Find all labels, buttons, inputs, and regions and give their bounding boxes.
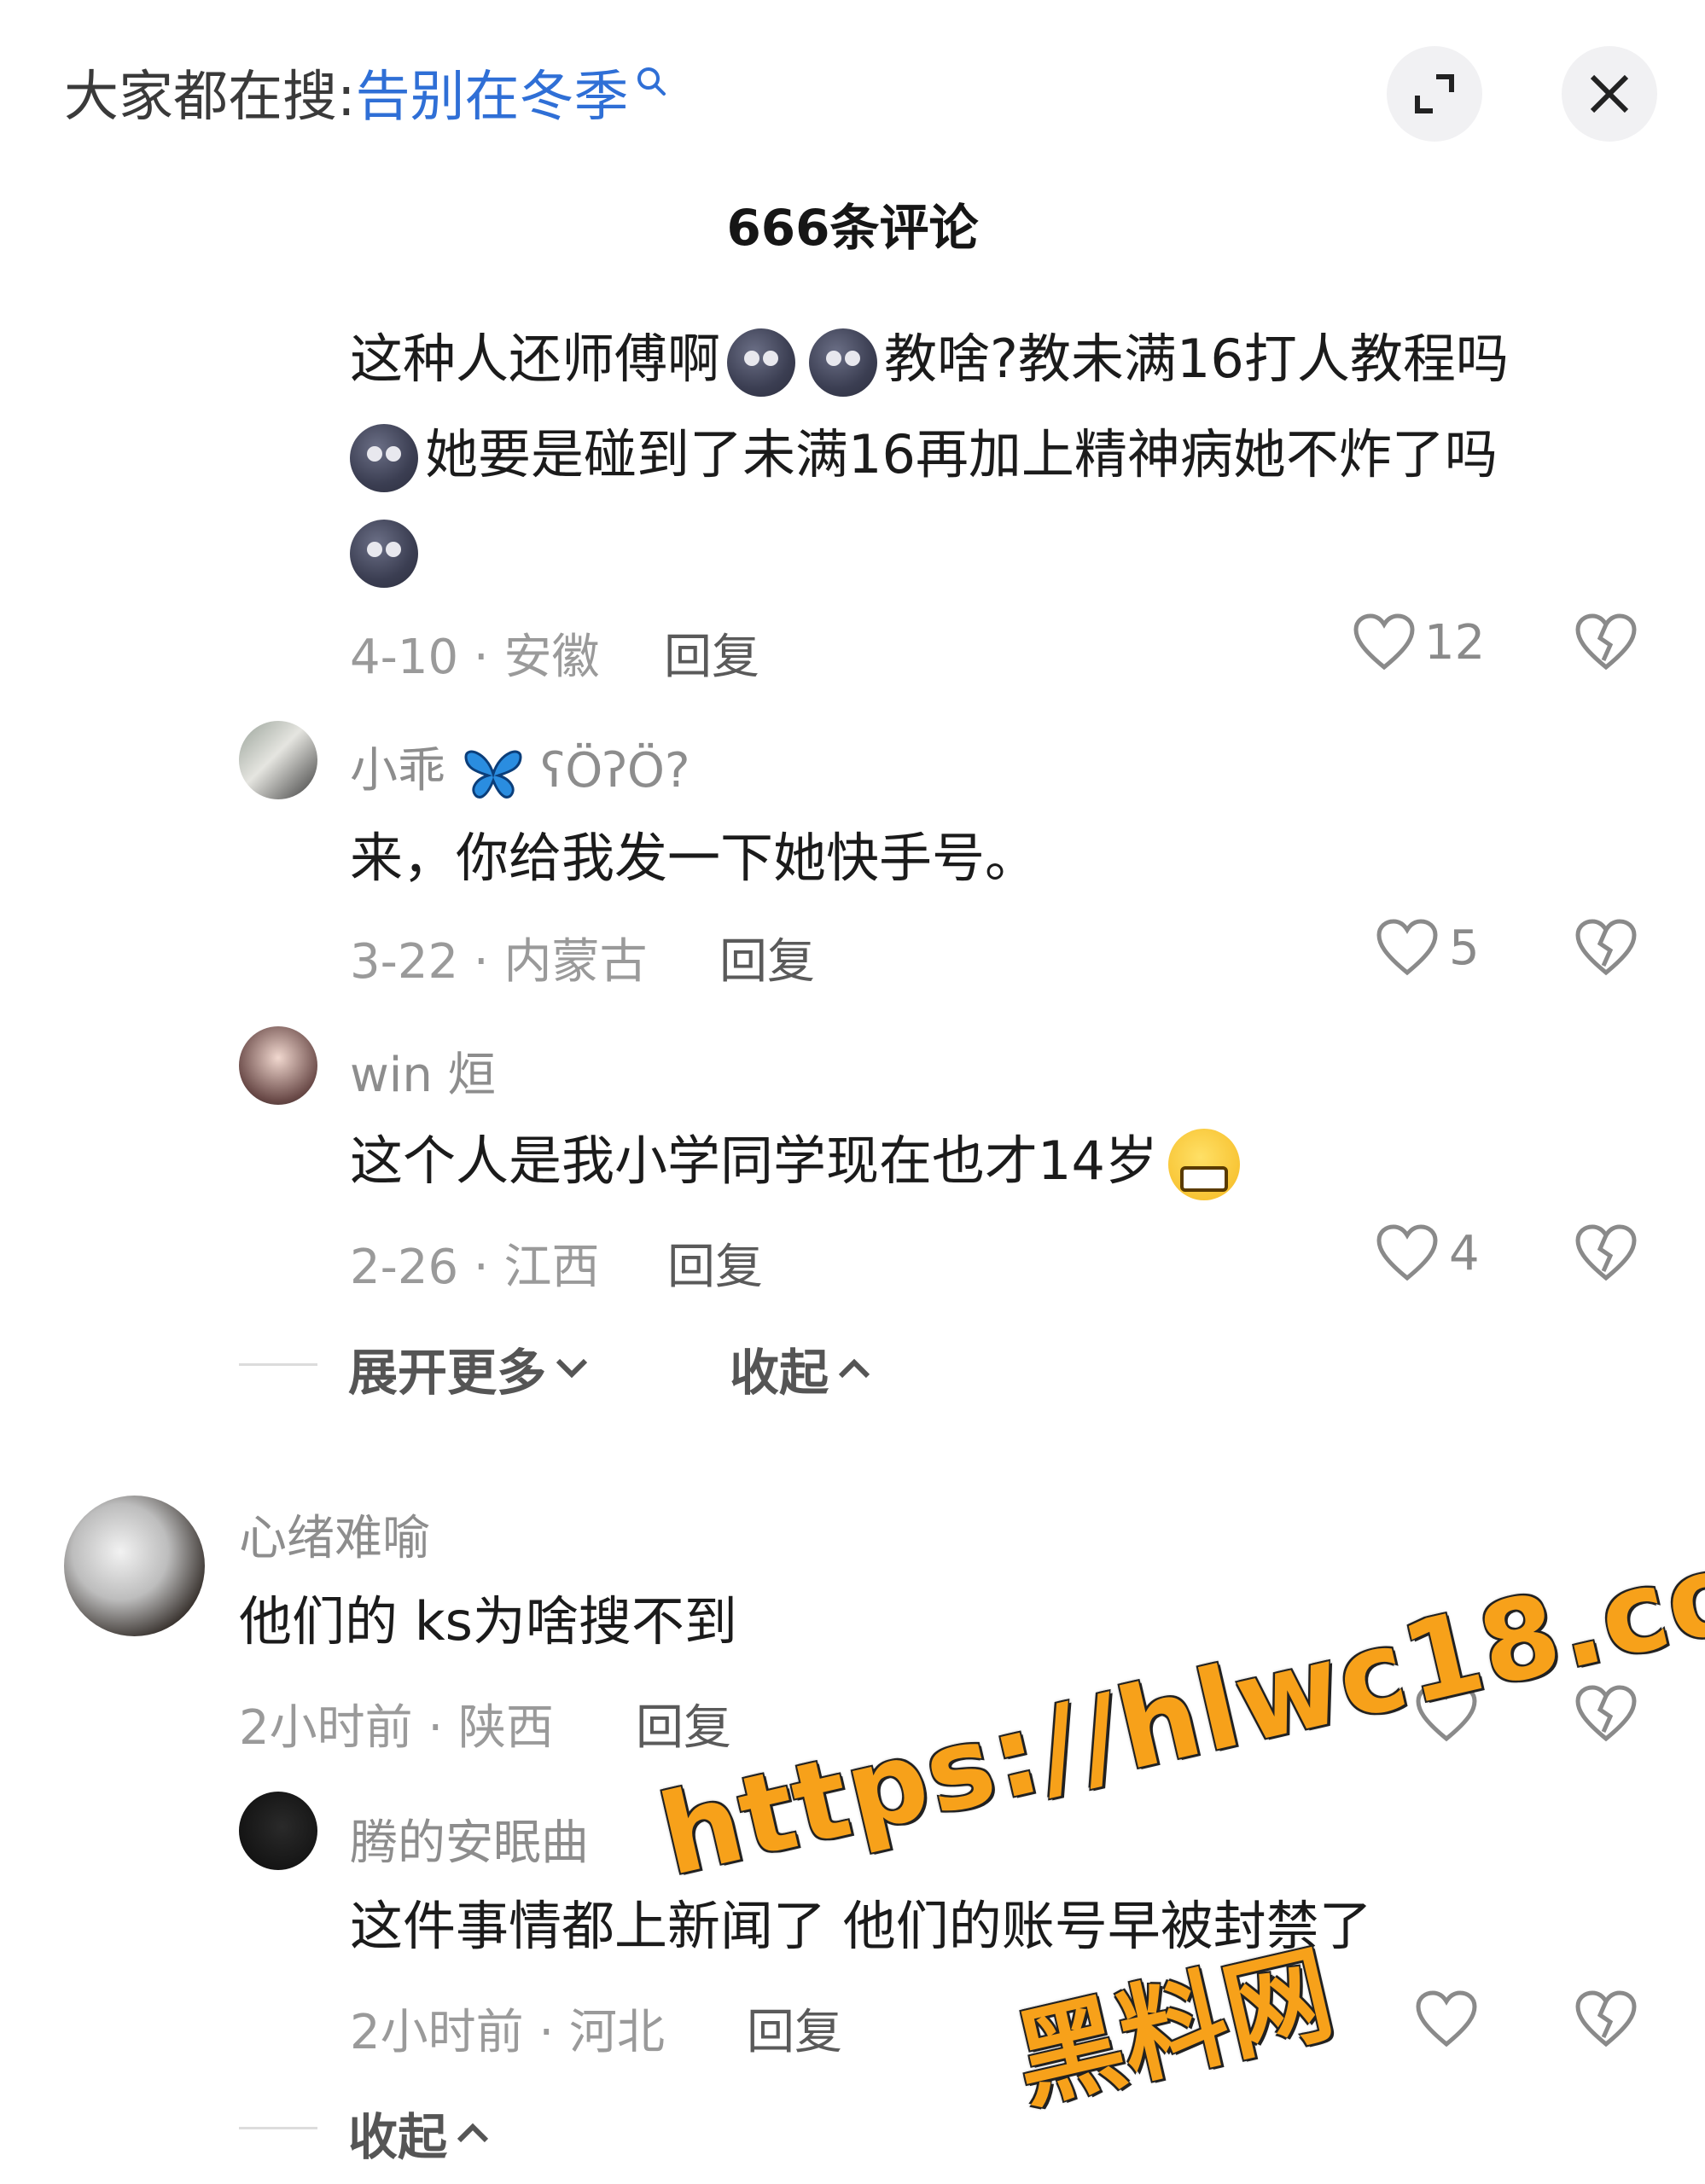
avatar[interactable]	[239, 1026, 317, 1105]
broken-heart-icon	[1575, 613, 1637, 671]
expand-button[interactable]	[1387, 46, 1482, 142]
dislike-button[interactable]	[1574, 1223, 1638, 1287]
comment-text-b: 教啥?教未满16打人教程吗	[884, 328, 1509, 390]
broken-heart-icon	[1575, 1224, 1637, 1281]
broken-heart-icon	[1575, 1685, 1637, 1742]
expand-more-button[interactable]: 展开更多	[348, 1333, 591, 1404]
heart-icon	[1416, 1990, 1477, 2048]
watermark-url: https://hlwc18.com	[649, 1498, 1705, 1902]
like-count: 12	[1424, 614, 1486, 671]
search-suggestion[interactable]: 大家都在搜: 告别在冬季	[64, 53, 668, 131]
like-button[interactable]: 4	[1376, 1223, 1480, 1283]
like-count: 5	[1449, 920, 1480, 976]
heart-icon	[1353, 613, 1415, 671]
divider	[239, 2127, 317, 2129]
avatar[interactable]	[64, 1496, 205, 1636]
butterfly-icon	[464, 750, 522, 799]
chevron-up-icon	[838, 1358, 870, 1379]
broken-heart-icon	[1575, 919, 1637, 976]
comment-meta: 2小时前 · 陕西	[239, 1700, 555, 1756]
close-button[interactable]	[1562, 46, 1657, 142]
username[interactable]: 腾的安眠曲	[350, 1804, 589, 1873]
reply-button[interactable]: 回复	[664, 619, 759, 688]
comment-meta: 2-26 · 江西	[350, 1240, 600, 1295]
dislike-button[interactable]	[1574, 918, 1638, 981]
broken-heart-icon	[1575, 1990, 1637, 2048]
comment-text-c: 她要是碰到了未满16再加上精神病她不炸了吗	[425, 423, 1498, 485]
comment-content: 这个人是我小学同学现在也才14岁	[350, 1113, 1240, 1209]
dislike-button[interactable]	[1574, 1684, 1638, 1747]
search-suggestion-query[interactable]: 告别在冬季	[356, 53, 629, 131]
divider	[239, 1363, 317, 1366]
reply-button[interactable]: 回复	[719, 923, 815, 992]
emoji-icon	[727, 328, 796, 397]
username[interactable]: win 烜	[350, 1037, 496, 1106]
comment-meta: 3-22 · 内蒙古	[350, 934, 648, 990]
username[interactable]: 小乖 ʕÖʔÖ?	[350, 732, 690, 801]
reply-button[interactable]: 回复	[747, 1994, 842, 2063]
reply-button[interactable]: 回复	[636, 1689, 731, 1758]
expand-icon	[1415, 74, 1454, 113]
comment-content: 这种人还师傅啊 教啥?教未满16打人教程吗 她要是碰到了未满16再加上精神病她不炸…	[350, 311, 1647, 598]
comment-meta: 4-10 · 安徽	[350, 630, 600, 685]
like-button[interactable]: 5	[1376, 918, 1480, 978]
emoji-icon	[350, 519, 418, 588]
chevron-down-icon	[556, 1358, 588, 1379]
heart-icon	[1376, 919, 1438, 976]
emoji-icon	[809, 328, 878, 397]
avatar[interactable]	[239, 1792, 317, 1870]
comment-count-title: 666条评论	[726, 199, 979, 257]
collapse-button[interactable]: 收起	[348, 2097, 492, 2169]
like-button[interactable]: 12	[1353, 613, 1485, 672]
search-icon	[637, 67, 666, 96]
username[interactable]: 心绪难喻	[239, 1500, 430, 1569]
grinning-sweat-emoji-icon	[1167, 1128, 1240, 1200]
like-count: 4	[1449, 1225, 1480, 1281]
comment-content: 来，你给我发一下她快手号。	[350, 827, 1039, 889]
collapse-button[interactable]: 收起	[730, 1333, 873, 1404]
close-icon	[1590, 74, 1629, 113]
search-suggestion-prefix: 大家都在搜:	[64, 66, 356, 129]
dislike-button[interactable]	[1574, 1989, 1638, 2053]
like-button[interactable]	[1415, 1989, 1478, 2053]
dislike-button[interactable]	[1574, 613, 1638, 676]
comment-meta: 2小时前 · 河北	[350, 2005, 666, 2060]
heart-icon	[1376, 1224, 1438, 1281]
reply-button[interactable]: 回复	[667, 1228, 763, 1298]
chevron-up-icon	[457, 2123, 489, 2143]
comment-text-a: 这种人还师傅啊	[350, 328, 721, 390]
comment-content: 他们的 ks为啥搜不到	[239, 1590, 737, 1653]
avatar[interactable]	[239, 721, 317, 799]
emoji-icon	[350, 423, 418, 492]
